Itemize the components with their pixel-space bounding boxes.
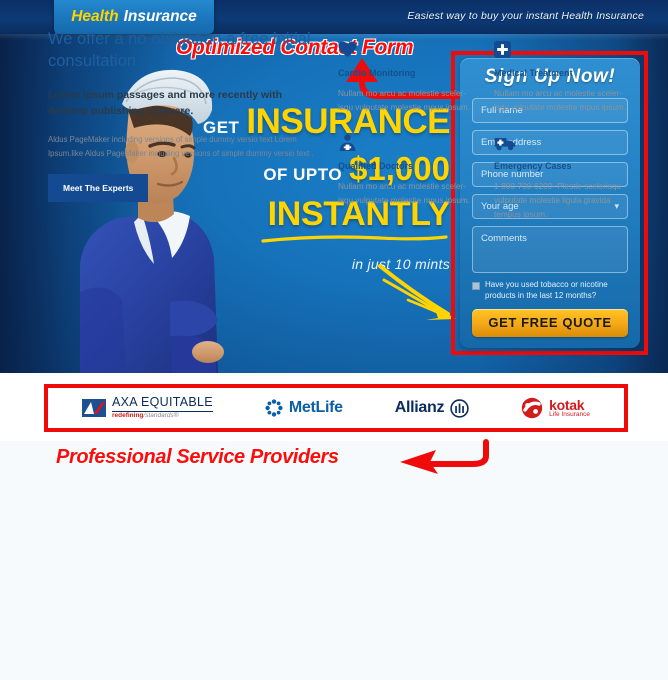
logo-axa-equitable[interactable]: AXA EQUITABLE redefining/standards® [81, 395, 213, 420]
kotak-mark-icon [521, 397, 543, 419]
feature-body: 1-800-700-6200- Plestie scelerisqu vulpu… [494, 181, 621, 220]
brand-primary-text: Health [71, 8, 119, 25]
feature-cardio-monitoring: Cardio Monitoring Nullam mo arcu ac mole… [338, 41, 472, 116]
feature-emergency-cases: Emergency Cases 1-800-700-6200- Plestie … [494, 134, 628, 223]
axa-tagline: redefining/standards® [111, 412, 179, 420]
logo-metlife[interactable]: MetLife [265, 399, 343, 417]
landing-page: Health Insurance Easiest way to buy your… [0, 0, 668, 680]
bottom-content: We offer a no obligation a free initial … [48, 29, 628, 223]
feature-qualified-doctors: Qualified Doctors Nullam mo arcu ac mole… [338, 134, 472, 223]
header-tagline: Easiest way to buy your instant Health I… [407, 10, 644, 22]
metlife-name: MetLife [288, 399, 343, 416]
consultation-lead: Lorem Ipsum passages and more recently w… [48, 88, 282, 117]
allianz-name: Allianz [394, 399, 445, 416]
feature-title: Qualified Doctors [338, 160, 414, 171]
brand-secondary-text: Insurance [123, 8, 197, 25]
doctor-icon [338, 134, 472, 153]
headline-underline [196, 234, 450, 244]
tobacco-checkbox[interactable] [472, 282, 480, 290]
kotak-sub: Life Insurance [549, 410, 590, 418]
axa-name: AXA EQUITABLE [111, 395, 213, 410]
get-free-quote-button[interactable]: GET FREE QUOTE [472, 308, 628, 337]
feature-body: Nullam mo arcu ac molestie sceler-isqu v… [494, 89, 626, 113]
meet-the-experts-button[interactable]: Meet The Experts [48, 174, 149, 203]
logo-kotak[interactable]: kotak Life Insurance [521, 397, 590, 419]
tobacco-consent-label: Have you used tobacco or nicotine produc… [485, 280, 608, 300]
metlife-mark-icon [265, 399, 283, 417]
allianz-mark-icon [450, 398, 469, 418]
feature-medical-treatment: Medical Treatment Nullam mo arcu ac mole… [494, 41, 628, 116]
heart-icon [338, 41, 472, 60]
logo-allianz[interactable]: Allianz [394, 398, 469, 418]
feature-body: Nullam mo arcu ac molestie sceler-isqu v… [338, 89, 470, 113]
annotation-arrow-left-icon [396, 438, 510, 480]
kotak-name: kotak [549, 396, 585, 413]
consultation-heading: We offer a no obligation a free initial … [48, 30, 311, 70]
bottom-section [0, 441, 668, 680]
feature-title: Medical Treatment [494, 68, 573, 78]
consultation-smallprint: Aldus PageMaker including versions of si… [48, 135, 314, 158]
medical-cross-icon [494, 41, 628, 60]
axa-mark-icon [81, 399, 106, 417]
partner-logo-band: AXA EQUITABLE redefining/standards® MetL… [44, 384, 628, 432]
ambulance-icon [494, 134, 628, 153]
features-grid: Cardio Monitoring Nullam mo arcu ac mole… [338, 29, 628, 223]
feature-title: Cardio Monitoring [338, 68, 416, 78]
tobacco-consent-row[interactable]: Have you used tobacco or nicotine produc… [472, 280, 628, 302]
bottom-left-column: We offer a no obligation a free initial … [48, 29, 316, 223]
comments-textarea[interactable]: Comments [472, 226, 628, 273]
feature-body: Nullam mo arcu ac molestie sceler-isqu v… [338, 181, 470, 206]
feature-title: Emergency Cases [494, 160, 572, 171]
annotation-providers: Professional Service Providers [56, 446, 339, 468]
